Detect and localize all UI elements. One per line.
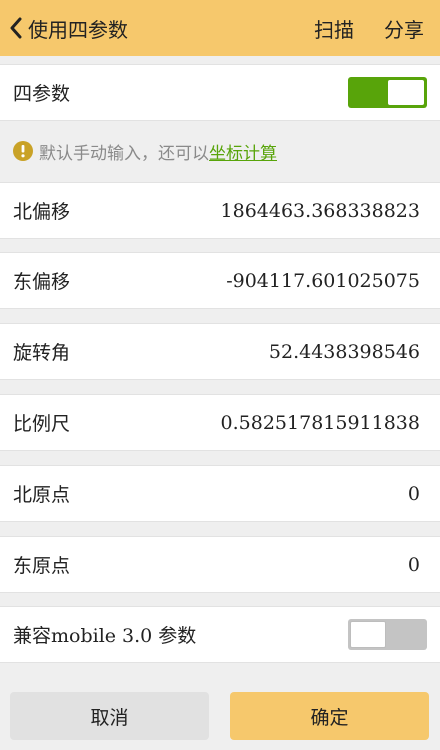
coordinate-calc-link[interactable]: 坐标计算: [209, 139, 277, 164]
north-origin-label: 北原点: [13, 484, 71, 506]
east-origin-label: 东原点: [13, 555, 71, 577]
scale-row[interactable]: 比例尺 0.582517815911838: [0, 394, 440, 451]
scale-label: 比例尺: [13, 413, 71, 435]
back-button[interactable]: 使用四参数: [6, 0, 128, 56]
east-offset-row[interactable]: 东偏移 -904117.601025075: [0, 252, 440, 309]
toggle-knob: [350, 621, 386, 648]
footer-bar: 取消 确定: [0, 682, 440, 750]
north-origin-value[interactable]: 0: [408, 466, 420, 521]
confirm-button[interactable]: 确定: [230, 692, 429, 740]
app-header: 使用四参数 扫描 分享: [0, 0, 440, 56]
chevron-left-icon: [6, 15, 26, 41]
rotation-label: 旋转角: [13, 342, 71, 364]
hint-text: 默认手动输入，还可以: [39, 143, 209, 164]
page-title: 使用四参数: [28, 17, 128, 42]
north-offset-value[interactable]: 1864463.368338823: [221, 183, 420, 238]
compat-label: 兼容mobile 3.0 参数: [13, 625, 197, 647]
info-icon: [13, 141, 33, 161]
cancel-button[interactable]: 取消: [10, 692, 209, 740]
scan-button[interactable]: 扫描: [314, 0, 354, 56]
rotation-row[interactable]: 旋转角 52.4438398546: [0, 323, 440, 380]
north-origin-row[interactable]: 北原点 0: [0, 465, 440, 522]
rotation-value[interactable]: 52.4438398546: [269, 324, 420, 379]
share-button[interactable]: 分享: [384, 0, 424, 56]
compat-row: 兼容mobile 3.0 参数: [0, 606, 440, 663]
hint-bar: 默认手动输入，还可以 坐标计算: [0, 122, 440, 180]
north-offset-row[interactable]: 北偏移 1864463.368338823: [0, 182, 440, 239]
east-origin-value[interactable]: 0: [408, 537, 420, 592]
four-params-row: 四参数: [0, 64, 440, 121]
east-offset-label: 东偏移: [13, 271, 71, 293]
scale-value[interactable]: 0.582517815911838: [221, 395, 420, 450]
north-offset-label: 北偏移: [13, 201, 71, 223]
east-offset-value[interactable]: -904117.601025075: [226, 253, 420, 308]
four-params-label: 四参数: [13, 83, 71, 105]
four-params-toggle[interactable]: [348, 77, 427, 108]
compat-toggle[interactable]: [348, 619, 427, 650]
east-origin-row[interactable]: 东原点 0: [0, 536, 440, 593]
toggle-knob: [388, 80, 424, 105]
